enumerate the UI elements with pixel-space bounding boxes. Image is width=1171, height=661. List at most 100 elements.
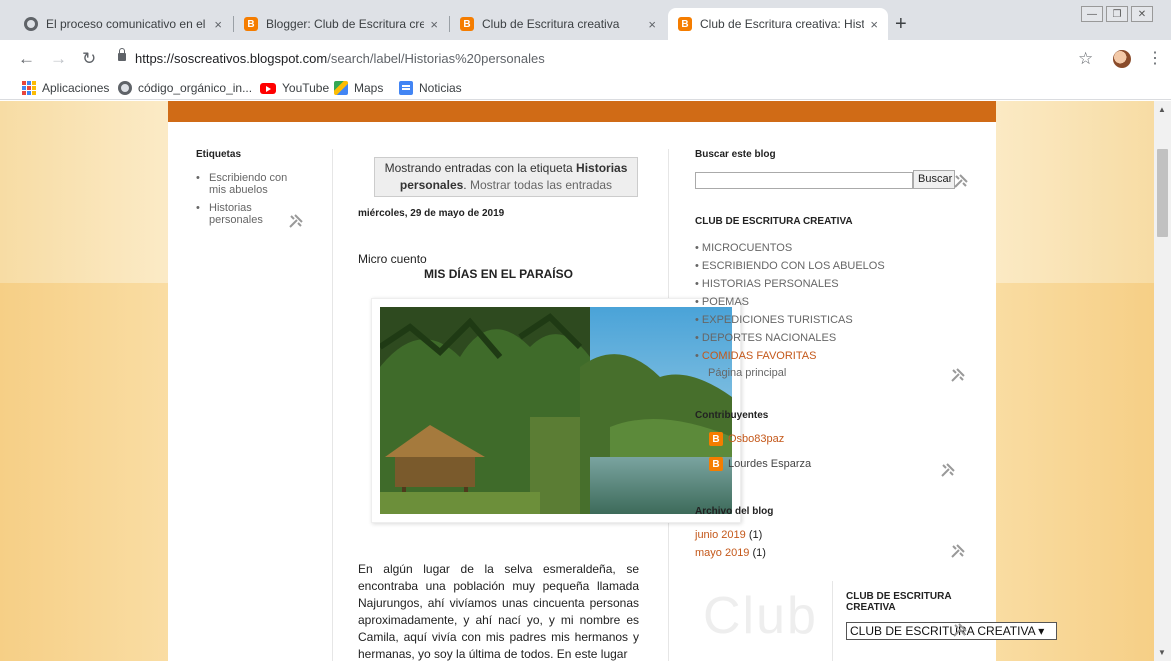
page-link-microcuentos[interactable]: MICROCUENTOS [695, 239, 885, 257]
club-logo-watermark: Club [703, 587, 818, 645]
scroll-up-icon[interactable]: ▲ [1158, 105, 1166, 114]
column-divider [332, 149, 333, 661]
bookmarks-bar: Aplicaciones código_orgánico_in... YouTu… [0, 78, 1171, 100]
bookmark-codigo-organico[interactable]: código_orgánico_in... [118, 81, 252, 95]
contributors-title: Contribuyentes [695, 410, 769, 421]
page-link-historias[interactable]: HISTORIAS PERSONALES [695, 275, 885, 293]
youtube-icon [260, 82, 276, 94]
tab-historias-active[interactable]: B Club de Escritura creativa: Histori × [668, 8, 888, 40]
page-link-expediciones[interactable]: EXPEDICIONES TURISTICAS [695, 311, 885, 329]
blogger-icon: B [709, 432, 723, 446]
tab-close-icon[interactable]: × [870, 17, 878, 32]
forward-icon[interactable]: → [50, 49, 67, 69]
bookmark-maps[interactable]: Maps [334, 81, 383, 95]
menu-dots-icon[interactable]: ⋮ [1147, 48, 1163, 68]
minimize-icon[interactable]: — [1081, 6, 1103, 22]
tab-title: Blogger: Club de Escritura creativ [266, 17, 425, 31]
home-page-link[interactable]: Página principal [708, 367, 786, 379]
scroll-down-icon[interactable]: ▼ [1158, 648, 1166, 657]
profile-avatar[interactable] [1113, 50, 1131, 68]
tab-close-icon[interactable]: × [430, 17, 438, 32]
label-link-abuelos[interactable]: Escribiendo con mis abuelos [196, 172, 296, 196]
bookmark-noticias[interactable]: Noticias [399, 81, 462, 95]
tab-blogger[interactable]: B Blogger: Club de Escritura creativ × [234, 8, 448, 40]
globe-icon [24, 17, 38, 31]
url-path: /search/label/Historias%20personales [327, 51, 545, 66]
apps-icon [22, 81, 36, 95]
label-filter-box: Mostrando entradas con la etiqueta Histo… [374, 157, 638, 197]
contributor-name: Lourdes Esparza [728, 458, 812, 470]
bookmark-label: Aplicaciones [42, 81, 110, 95]
edit-gadget-icon[interactable] [952, 622, 968, 638]
browser-toolbar: ← → ↻ https://soscreativos.blogspot.com/… [0, 40, 1171, 78]
contributor-name: Osbo83paz [728, 433, 785, 445]
archive-month: junio 2019 [695, 529, 746, 541]
url-host: https://soscreativos.blogspot.com [135, 51, 328, 66]
post-title[interactable]: MIS DÍAS EN EL PARAÍSO [358, 267, 639, 281]
chevron-down-icon: ▾ [1038, 624, 1045, 638]
label-filter-suffix: . [463, 178, 467, 192]
blogger-icon: B [244, 17, 258, 31]
post-body: En algún lugar de la selva esmeraldeña, … [358, 562, 639, 661]
contributor-lourdes-esparza[interactable]: B Lourdes Esparza [709, 457, 811, 471]
blogger-icon: B [678, 17, 692, 31]
search-title: Buscar este blog [695, 149, 776, 160]
page-link-poemas[interactable]: POEMAS [695, 293, 885, 311]
archive-month: mayo 2019 [695, 547, 750, 559]
page-scrollbar[interactable]: ▲ ▼ [1154, 101, 1171, 661]
page-link-comidas[interactable]: COMIDAS FAVORITAS [695, 347, 885, 365]
tab-title: Club de Escritura creativa: Histori [700, 17, 865, 31]
tab-close-icon[interactable]: × [214, 17, 222, 32]
blog-search-input[interactable] [695, 172, 913, 189]
tab-club-escritura[interactable]: B Club de Escritura creativa × [450, 8, 666, 40]
lock-icon [118, 48, 126, 61]
globe-icon [118, 81, 132, 95]
blog-content: Etiquetas Escribiendo con mis abuelos Hi… [168, 101, 1057, 661]
maximize-icon[interactable]: ❐ [1106, 6, 1128, 22]
tab-close-icon[interactable]: × [648, 17, 656, 32]
bookmark-label: Maps [354, 81, 384, 95]
address-bar[interactable]: https://soscreativos.blogspot.com/search… [135, 51, 545, 66]
close-window-icon[interactable]: ✕ [1131, 6, 1153, 22]
club-select-value: CLUB DE ESCRITURA CREATIVA [850, 624, 1035, 638]
archive-link-junio[interactable]: junio 2019 (1) [695, 529, 762, 541]
show-all-link[interactable]: Mostrar todas las entradas [470, 178, 612, 192]
edit-gadget-icon[interactable] [940, 462, 956, 478]
scroll-thumb[interactable] [1157, 149, 1168, 237]
bookmark-aplicaciones[interactable]: Aplicaciones [22, 81, 109, 95]
club-select-title: CLUB DE ESCRITURA CREATIVA [846, 591, 952, 613]
blogger-icon: B [709, 457, 723, 471]
tab-strip: El proceso comunicativo en el de × B Blo… [0, 0, 1171, 40]
maps-icon [334, 81, 348, 95]
bookmark-youtube[interactable]: YouTube [260, 81, 329, 95]
edit-gadget-icon[interactable] [953, 173, 969, 189]
column-divider [832, 581, 833, 661]
label-link-historias[interactable]: Historias personales [196, 202, 296, 226]
reload-icon[interactable]: ↻ [82, 49, 96, 69]
tab-title: El proceso comunicativo en el de [46, 17, 209, 31]
back-icon[interactable]: ← [18, 49, 35, 69]
jungle-photo [378, 307, 732, 514]
post-image[interactable] [371, 298, 741, 523]
edit-gadget-icon[interactable] [950, 543, 966, 559]
contributor-osbo83paz[interactable]: B Osbo83paz [709, 432, 784, 446]
edit-gadget-icon[interactable] [950, 367, 966, 383]
edit-gadget-icon[interactable] [288, 213, 304, 229]
blogger-icon: B [460, 17, 474, 31]
archive-count: (1) [752, 547, 766, 559]
bookmark-star-icon[interactable]: ☆ [1078, 49, 1093, 69]
archive-link-mayo[interactable]: mayo 2019 (1) [695, 547, 766, 559]
page-link-deportes[interactable]: DEPORTES NACIONALES [695, 329, 885, 347]
new-tab-button[interactable]: + [895, 14, 907, 34]
label-filter-prefix: Mostrando entradas con la etiqueta [384, 161, 573, 175]
tab-el-proceso[interactable]: El proceso comunicativo en el de × [14, 8, 232, 40]
post-date: miércoles, 29 de mayo de 2019 [358, 208, 505, 219]
news-icon [399, 81, 413, 95]
page-viewport: Etiquetas Escribiendo con mis abuelos Hi… [0, 101, 1154, 661]
bookmark-label: Noticias [419, 81, 462, 95]
header-bar [168, 101, 996, 122]
post-label: Micro cuento [358, 252, 427, 266]
search-button[interactable]: Buscar [913, 170, 955, 189]
labels-list: Escribiendo con mis abuelos Historias pe… [196, 172, 296, 232]
page-link-abuelos[interactable]: ESCRIBIENDO CON LOS ABUELOS [695, 257, 885, 275]
